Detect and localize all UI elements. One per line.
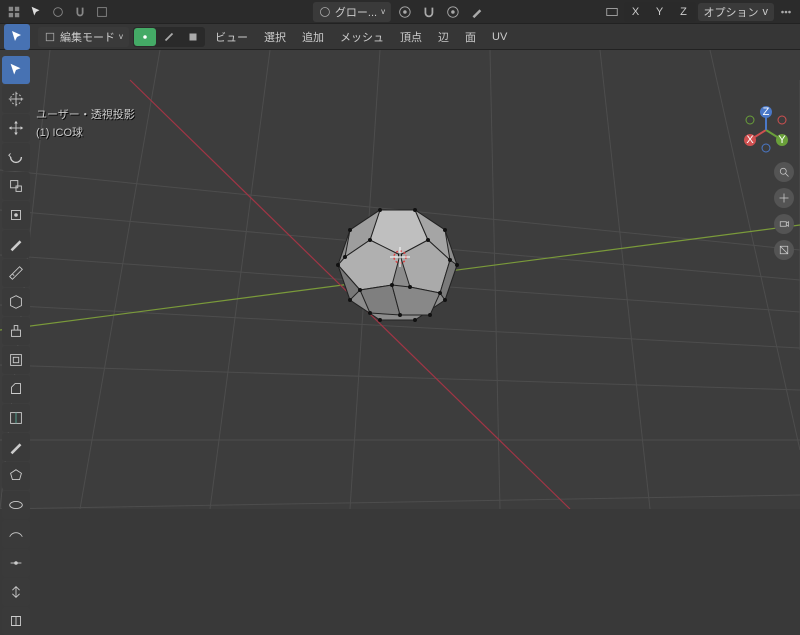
projection-label: ユーザー・透視投影 <box>36 106 135 122</box>
tool-shelf <box>2 56 30 635</box>
menu-face[interactable]: 面 <box>459 27 482 47</box>
second-header: 編集モード v ビュー 選択 追加 メッシュ 頂点 辺 面 UV <box>0 24 800 50</box>
orientation-icon[interactable] <box>92 2 112 22</box>
bevel-tool[interactable] <box>2 375 30 403</box>
extrude-tool[interactable] <box>2 317 30 345</box>
icosphere-mesh <box>336 208 459 322</box>
interaction-mode-icon[interactable] <box>48 2 68 22</box>
knife-tool[interactable] <box>2 433 30 461</box>
add-cube-tool[interactable] <box>2 288 30 316</box>
face-select-icon[interactable] <box>182 28 204 46</box>
vertex-select-icon[interactable] <box>134 28 156 46</box>
camera-icon[interactable] <box>774 214 794 234</box>
cursor-tool[interactable] <box>2 85 30 113</box>
rip-tool[interactable] <box>2 607 30 635</box>
menu-select[interactable]: 選択 <box>258 27 292 47</box>
edge-select-icon[interactable] <box>158 28 180 46</box>
proportional-edit-icon[interactable] <box>443 2 463 22</box>
transform-orientation-dropdown[interactable]: グロー... v <box>313 2 391 22</box>
menu-edge[interactable]: 辺 <box>432 27 455 47</box>
mode-label: 編集モード <box>60 29 115 45</box>
topbar-left <box>4 2 112 22</box>
transform-tool[interactable] <box>2 201 30 229</box>
draw-tool-icon[interactable] <box>467 2 487 22</box>
scale-tool[interactable] <box>2 172 30 200</box>
measure-tool[interactable] <box>2 259 30 287</box>
topbar-right: X Y Z オプションv <box>602 2 797 22</box>
chevron-down-icon: v <box>381 7 385 16</box>
menu-add[interactable]: 追加 <box>296 27 330 47</box>
select-box-tool[interactable] <box>2 56 30 84</box>
chevron-down-icon: v <box>119 32 123 41</box>
axis-x-button[interactable]: X <box>625 3 647 21</box>
options-dropdown[interactable]: オプションv <box>698 3 775 21</box>
editor-type-icon[interactable] <box>4 2 24 22</box>
snap-toggle-icon[interactable] <box>419 2 439 22</box>
axis-z-button[interactable]: Z <box>673 3 695 21</box>
perspective-toggle-icon[interactable] <box>774 240 794 260</box>
nav-side-controls <box>774 162 794 260</box>
axis-y-button[interactable]: Y <box>649 3 671 21</box>
nav-gizmo[interactable]: X Y Z <box>742 106 790 154</box>
tool-indicator-icon[interactable] <box>4 24 30 50</box>
shrink-tool[interactable] <box>2 578 30 606</box>
pan-icon[interactable] <box>774 188 794 208</box>
topbar-center: グロー... v <box>313 2 487 22</box>
spin-tool[interactable] <box>2 491 30 519</box>
orientation-label: グロー... <box>335 4 377 20</box>
edge-slide-tool[interactable] <box>2 549 30 577</box>
mesh-filter-icon[interactable] <box>602 2 622 22</box>
viewport-info-overlay: ユーザー・透視投影 (1) ICO球 <box>36 106 135 142</box>
svg-text:X: X <box>746 134 754 146</box>
smooth-tool[interactable] <box>2 520 30 548</box>
inset-tool[interactable] <box>2 346 30 374</box>
menu-vertex[interactable]: 頂点 <box>394 27 428 47</box>
svg-text:Z: Z <box>763 106 770 118</box>
pivot-icon[interactable] <box>395 2 415 22</box>
svg-text:Y: Y <box>778 134 786 146</box>
move-tool[interactable] <box>2 114 30 142</box>
axis-toggle-group: X Y Z <box>624 2 696 22</box>
mode-dropdown[interactable]: 編集モード v <box>38 27 129 47</box>
polybuild-tool[interactable] <box>2 462 30 490</box>
menu-mesh[interactable]: メッシュ <box>334 27 390 47</box>
loopcut-tool[interactable] <box>2 404 30 432</box>
viewport-3d[interactable]: ユーザー・透視投影 (1) ICO球 X Y Z <box>0 50 800 509</box>
annotate-tool[interactable] <box>2 230 30 258</box>
top-header: グロー... v X Y Z オプションv <box>0 0 800 24</box>
menu-view[interactable]: ビュー <box>209 27 254 47</box>
more-icon[interactable] <box>776 2 796 22</box>
cursor-select-icon[interactable] <box>26 2 46 22</box>
rotate-tool[interactable] <box>2 143 30 171</box>
select-mode-group <box>133 27 205 47</box>
object-label: (1) ICO球 <box>36 124 135 140</box>
menu-uv[interactable]: UV <box>486 29 513 45</box>
snap-magnet-icon[interactable] <box>70 2 90 22</box>
zoom-icon[interactable] <box>774 162 794 182</box>
